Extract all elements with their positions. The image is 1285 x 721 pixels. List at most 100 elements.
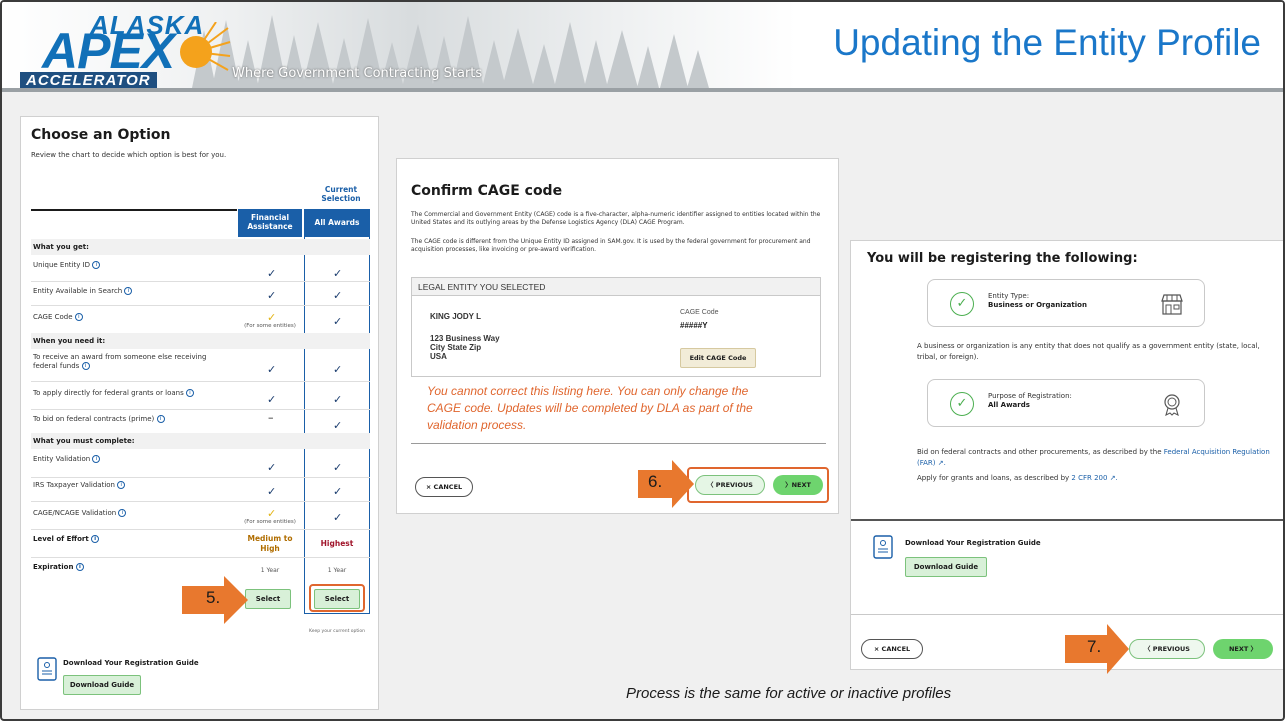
tagline: Where Government Contracting Starts xyxy=(232,66,483,81)
step-6-arrow: 6. xyxy=(638,460,694,508)
confirm-cage-title: Confirm CAGE code xyxy=(411,183,563,199)
check-icon: ✓ xyxy=(333,393,343,406)
cage-code-label: CAGE Code xyxy=(680,309,719,316)
registration-summary-panel: You will be registering the following: ✓… xyxy=(850,240,1283,670)
info-icon[interactable]: i xyxy=(156,415,165,423)
expiration-all-awards: 1 Year xyxy=(327,567,347,574)
business-definition: A business or organization is any entity… xyxy=(917,342,1260,361)
check-icon: ✓ xyxy=(333,461,343,474)
row-divider xyxy=(31,529,370,530)
check-circle-icon: ✓ xyxy=(950,392,974,416)
check-icon: ✓ xyxy=(267,461,277,474)
next-button[interactable]: 〉NEXT xyxy=(773,475,823,495)
info-icon[interactable]: i xyxy=(118,509,127,517)
info-icon[interactable]: i xyxy=(91,535,100,543)
step-5-arrow: 5. xyxy=(182,576,248,624)
check-icon: ✓ xyxy=(267,363,277,376)
row-divider xyxy=(31,557,370,558)
confirm-cage-panel: Confirm CAGE code The Commercial and Gov… xyxy=(396,158,839,514)
row-divider xyxy=(31,381,370,382)
select-financial-button[interactable]: Select xyxy=(245,589,291,609)
section-when-you-need-it: When you need it: xyxy=(31,333,370,349)
page-title: Updating the Entity Profile xyxy=(833,22,1261,63)
check-icon: ✓ xyxy=(333,315,343,328)
entity-address: 123 Business Way City State Zip USA xyxy=(430,334,500,361)
table-top-rule xyxy=(31,209,237,211)
row-divider xyxy=(31,305,370,306)
entity-type-label: Entity Type: xyxy=(988,292,1030,300)
current-selection-label: Current Selection xyxy=(321,185,361,203)
footer-note: Process is the same for active or inacti… xyxy=(626,685,952,702)
cage-code-value: #####Y xyxy=(680,321,708,330)
step-7-label: 7. xyxy=(1087,637,1102,656)
info-icon[interactable]: i xyxy=(74,313,83,321)
info-icon[interactable]: i xyxy=(186,389,195,397)
legal-entity-header: LEGAL ENTITY YOU SELECTED xyxy=(412,278,820,296)
row-divider xyxy=(31,501,370,502)
entity-type-value: Business or Organization xyxy=(988,301,1087,309)
check-icon: ✓ xyxy=(267,485,277,498)
section-what-you-get: What you get: xyxy=(31,239,370,255)
section-divider xyxy=(851,519,1283,521)
logo-apex-text: APEX xyxy=(42,23,175,79)
next-button[interactable]: NEXT 〉 xyxy=(1213,639,1273,659)
edit-cage-code-button[interactable]: Edit CAGE Code xyxy=(680,348,756,368)
check-icon: ✓ xyxy=(333,485,343,498)
purpose-value: All Awards xyxy=(988,401,1030,409)
info-icon[interactable]: i xyxy=(92,261,101,269)
info-icon[interactable]: i xyxy=(75,563,84,571)
purpose-label: Purpose of Registration: xyxy=(988,392,1072,400)
check-icon: ✓ xyxy=(333,363,343,376)
check-icon: ✓ xyxy=(333,419,343,432)
row-divider xyxy=(31,409,370,410)
download-guide-title: Download Your Registration Guide xyxy=(905,539,1041,547)
warning-annotation: You cannot correct this listing here. Yo… xyxy=(427,384,753,432)
info-icon[interactable]: i xyxy=(81,362,90,370)
check-icon: ✓ xyxy=(333,289,343,302)
download-guide-button[interactable]: Download Guide xyxy=(905,557,987,577)
logo-accelerator-text: ACCELERATOR xyxy=(20,72,157,88)
check-circle-icon: ✓ xyxy=(950,292,974,316)
purpose-card: ✓ Purpose of Registration: All Awards xyxy=(927,379,1205,427)
some-entities-note: (For some entities) xyxy=(244,519,296,525)
cfr-link[interactable]: 2 CFR 200 ↗. xyxy=(1071,474,1117,482)
apply-description: Apply for grants and loans, as described… xyxy=(917,474,1118,482)
info-icon[interactable]: i xyxy=(124,287,133,295)
keep-option-note: Keep your current option xyxy=(309,629,365,634)
select-all-awards-button[interactable]: Select xyxy=(314,589,360,609)
entity-type-card: ✓ Entity Type: Business or Organization xyxy=(927,279,1205,327)
download-guide-button[interactable]: Download Guide xyxy=(63,675,141,695)
row-divider xyxy=(31,477,370,478)
cancel-button[interactable]: × CANCEL xyxy=(861,639,923,659)
expiration-financial: 1 Year xyxy=(260,567,280,574)
check-icon: ✓ xyxy=(267,393,277,406)
footer-divider xyxy=(411,443,826,444)
document-icon xyxy=(873,535,893,559)
check-icon: ✓ xyxy=(333,267,343,280)
column-header-financial: Financial Assistance xyxy=(238,209,302,237)
info-icon[interactable]: i xyxy=(117,481,126,489)
cage-description: The Commercial and Government Entity (CA… xyxy=(411,211,821,226)
section-what-you-must-complete: What you must complete: xyxy=(31,433,370,449)
row-divider xyxy=(31,281,370,282)
header-banner: ALASKA APEX ACCELERATOR Where Government… xyxy=(2,2,1283,88)
cage-description-2: The CAGE code is different from the Uniq… xyxy=(411,238,811,253)
cancel-button[interactable]: × CANCEL xyxy=(415,477,473,497)
registration-summary-title: You will be registering the following: xyxy=(867,251,1138,266)
previous-button[interactable]: 〈 PREVIOUS xyxy=(1129,639,1205,659)
dash-icon: – xyxy=(268,411,274,424)
award-ribbon-icon xyxy=(1164,394,1180,416)
document-icon xyxy=(37,657,57,681)
entity-name: KING JODY L xyxy=(430,312,481,321)
step-5-label: 5. xyxy=(206,588,221,607)
header-divider xyxy=(2,88,1283,92)
info-icon[interactable]: i xyxy=(92,455,101,463)
check-icon: ✓ xyxy=(267,267,277,280)
storefront-icon xyxy=(1161,294,1183,315)
check-icon: ✓ xyxy=(333,511,343,524)
previous-button[interactable]: 〈 PREVIOUS xyxy=(695,475,765,495)
footer-divider xyxy=(851,614,1283,615)
choose-subtitle: Review the chart to decide which option … xyxy=(31,151,227,159)
check-icon: ✓ xyxy=(267,289,277,302)
legal-entity-card: LEGAL ENTITY YOU SELECTED KING JODY L 12… xyxy=(411,277,821,377)
